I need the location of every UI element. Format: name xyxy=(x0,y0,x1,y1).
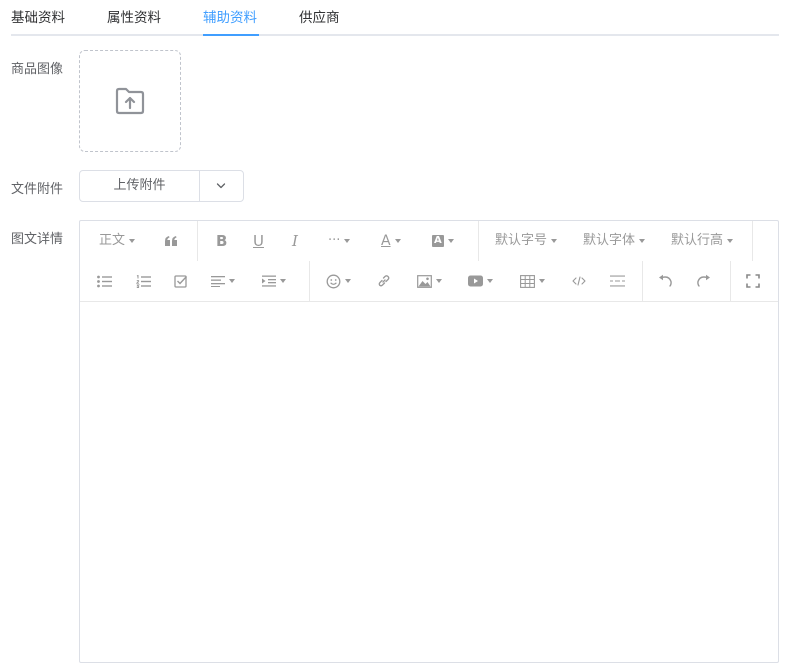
code-button[interactable] xyxy=(572,269,586,293)
active-tab-indicator xyxy=(203,34,259,36)
redo-icon xyxy=(697,274,710,287)
fullscreen-button[interactable] xyxy=(746,269,760,293)
table-icon xyxy=(520,274,535,288)
toolbar-separator xyxy=(730,261,731,301)
heading-select[interactable]: 正文 xyxy=(99,229,136,253)
font-size-select[interactable]: 默认字号 xyxy=(495,229,558,253)
font-color-icon: A xyxy=(381,233,391,249)
quote-icon xyxy=(165,236,177,246)
heading-select-label: 正文 xyxy=(99,233,126,248)
video-icon xyxy=(468,275,483,287)
caret-down-icon xyxy=(639,239,646,243)
font-color-button[interactable]: A xyxy=(381,229,401,253)
italic-button[interactable]: I xyxy=(292,229,298,253)
font-family-select[interactable]: 默认字体 xyxy=(583,229,646,253)
insert-video-button[interactable] xyxy=(468,269,493,293)
font-family-select-label: 默认字体 xyxy=(583,233,636,248)
todo-button[interactable] xyxy=(174,269,188,293)
link-icon xyxy=(378,275,390,287)
toolbar-separator xyxy=(478,221,479,261)
line-height-select-label: 默认行高 xyxy=(671,233,724,248)
divider-icon xyxy=(610,275,625,287)
upload-attachment-button[interactable]: 上传附件 xyxy=(80,171,199,201)
image-upload-area[interactable] xyxy=(79,50,181,152)
justify-button[interactable] xyxy=(211,269,235,293)
caret-down-icon xyxy=(539,279,545,283)
numbered-list-button[interactable] xyxy=(136,269,151,293)
underline-button[interactable]: U xyxy=(253,229,264,253)
bg-color-icon: A xyxy=(432,235,444,247)
emoji-icon xyxy=(326,274,341,288)
background-color-button[interactable]: A xyxy=(432,229,454,253)
caret-down-icon xyxy=(280,279,286,283)
detail-label: 图文详情 xyxy=(11,232,64,247)
chevron-down-icon xyxy=(216,183,226,189)
caret-down-icon xyxy=(447,239,454,243)
divider-button[interactable] xyxy=(610,269,625,293)
justify-icon xyxy=(211,276,225,287)
editor-toolbar: 正文 B U I ··· A A 默认字号 默认字体 默认行高 xyxy=(80,221,778,302)
tab-auxiliary-info[interactable]: 辅助资料 xyxy=(203,8,257,28)
tab-bar-divider xyxy=(11,34,779,36)
caret-down-icon xyxy=(129,239,136,243)
upload-options-dropdown[interactable] xyxy=(200,171,244,201)
editor-content-area[interactable] xyxy=(80,303,778,662)
caret-down-icon xyxy=(727,239,734,243)
line-height-select[interactable]: 默认行高 xyxy=(671,229,734,253)
caret-down-icon xyxy=(551,239,558,243)
font-size-select-label: 默认字号 xyxy=(495,233,548,248)
image-icon xyxy=(417,274,432,288)
toolbar-separator xyxy=(642,261,643,301)
undo-icon xyxy=(659,274,672,287)
redo-button[interactable] xyxy=(696,269,711,293)
insert-table-button[interactable] xyxy=(520,269,545,293)
upload-attachment-split-button: 上传附件 xyxy=(79,170,244,202)
folder-upload-icon xyxy=(115,87,145,115)
code-icon xyxy=(572,276,586,286)
bold-button[interactable]: B xyxy=(216,229,227,253)
caret-down-icon xyxy=(394,239,401,243)
indent-icon xyxy=(262,275,276,287)
rich-text-editor: 正文 B U I ··· A A 默认字号 默认字体 默认行高 xyxy=(79,220,779,663)
attachment-label: 文件附件 xyxy=(11,182,64,197)
todo-icon xyxy=(174,275,188,288)
product-image-label: 商品图像 xyxy=(11,62,64,77)
numbered-list-icon xyxy=(136,274,151,288)
emoji-button[interactable] xyxy=(326,269,351,293)
undo-button[interactable] xyxy=(658,269,673,293)
more-styles-button[interactable]: ··· xyxy=(328,229,351,253)
tab-attribute-info[interactable]: 属性资料 xyxy=(107,8,161,28)
caret-down-icon xyxy=(229,279,235,283)
toolbar-separator xyxy=(197,221,198,261)
tab-basic-info[interactable]: 基础资料 xyxy=(11,8,65,28)
indent-button[interactable] xyxy=(262,269,286,293)
tab-bar: 基础资料 属性资料 辅助资料 供应商 xyxy=(0,0,779,36)
caret-down-icon xyxy=(345,279,351,283)
tab-supplier[interactable]: 供应商 xyxy=(299,8,340,28)
quote-button[interactable] xyxy=(164,229,178,253)
toolbar-separator xyxy=(752,221,753,261)
bulleted-list-icon xyxy=(97,275,112,287)
caret-down-icon xyxy=(487,279,493,283)
caret-down-icon xyxy=(344,239,351,243)
more-icon: ··· xyxy=(328,233,341,248)
fullscreen-icon xyxy=(746,274,760,288)
insert-image-button[interactable] xyxy=(417,269,442,293)
link-button[interactable] xyxy=(377,269,391,293)
bulleted-list-button[interactable] xyxy=(97,269,112,293)
caret-down-icon xyxy=(436,279,442,283)
toolbar-separator xyxy=(309,261,310,301)
